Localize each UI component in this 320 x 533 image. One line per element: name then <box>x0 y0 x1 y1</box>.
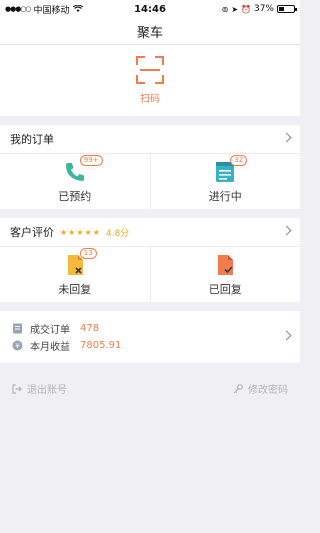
reviews-header[interactable]: 客户评价 ★★★★★ 4.8分 <box>0 218 300 247</box>
chevron-right-icon <box>281 132 292 143</box>
review-unreplied[interactable]: 13 未回复 <box>0 247 150 302</box>
chevron-right-icon <box>281 225 292 236</box>
badge: 32 <box>230 154 248 166</box>
reviews-title: 客户评价 <box>10 226 54 239</box>
lock-rotation-icon: ⊚ <box>221 4 229 14</box>
deals-value: 478 <box>80 323 100 334</box>
scan-button[interactable]: 扫码 <box>0 45 300 116</box>
deals-row: 成交订单 478 <box>12 320 288 337</box>
order-in-progress[interactable]: 32 进行中 <box>149 154 301 209</box>
orders-card: 我的订单 99+ 已预约 32 进行中 <box>0 125 300 209</box>
order-reserved[interactable]: 99+ 已预约 <box>0 154 150 209</box>
change-password-label: 修改密码 <box>248 385 288 396</box>
badge: 13 <box>79 247 97 259</box>
location-icon: ➤ <box>231 4 239 14</box>
battery-percent: 37% <box>253 4 274 14</box>
orders-header[interactable]: 我的订单 <box>0 125 300 154</box>
wallet-icon: ¥ <box>12 340 23 351</box>
income-label: 本月收益 <box>30 342 70 353</box>
logout-label: 退出账号 <box>27 385 67 396</box>
review-replied-label: 已回复 <box>208 282 242 296</box>
footer-links: 退出账号 修改密码 <box>0 381 300 396</box>
status-bar: ●●●○○ 中国移动 14:46 ⊚ ➤ ⏰ 37% <box>0 0 300 18</box>
logout-button[interactable]: 退出账号 <box>12 381 67 396</box>
svg-text:¥: ¥ <box>15 342 20 350</box>
order-in-progress-label: 进行中 <box>208 189 242 203</box>
alarm-icon: ⏰ <box>241 4 251 14</box>
review-unreplied-label: 未回复 <box>58 282 92 296</box>
logout-icon <box>12 383 22 394</box>
badge: 99+ <box>79 154 103 166</box>
income-value: 7805.91 <box>80 340 122 351</box>
page-title: 聚车 <box>136 25 163 41</box>
wifi-icon <box>72 5 83 12</box>
carrier: 中国移动 <box>33 5 70 16</box>
document-check-icon <box>213 253 237 277</box>
order-reserved-label: 已预约 <box>58 189 92 203</box>
stats-card[interactable]: 成交订单 478 ¥ 本月收益 7805.91 <box>0 311 300 363</box>
nav-bar: 聚车 <box>0 18 300 45</box>
signal-icon: ●●●○○ <box>5 5 32 13</box>
clock: 14:46 <box>134 3 166 15</box>
scan-icon <box>136 56 164 84</box>
document-x-icon: 13 <box>63 247 97 277</box>
rating-value: 4.8分 <box>105 228 130 239</box>
notepad-icon: 32 <box>213 154 248 184</box>
receipt-icon <box>13 323 22 334</box>
change-password-button[interactable]: 修改密码 <box>233 381 288 396</box>
star-rating-icon: ★★★★★ <box>60 227 101 237</box>
income-row: ¥ 本月收益 7805.91 <box>12 337 288 354</box>
key-icon <box>233 383 243 393</box>
deals-label: 成交订单 <box>30 325 70 336</box>
reviews-card: 客户评价 ★★★★★ 4.8分 13 未回复 已回复 <box>0 218 300 302</box>
review-replied[interactable]: 已回复 <box>149 247 301 302</box>
orders-title: 我的订单 <box>10 133 54 146</box>
phone-icon: 99+ <box>63 154 103 184</box>
battery-icon <box>277 5 297 13</box>
scan-label: 扫码 <box>140 94 160 105</box>
